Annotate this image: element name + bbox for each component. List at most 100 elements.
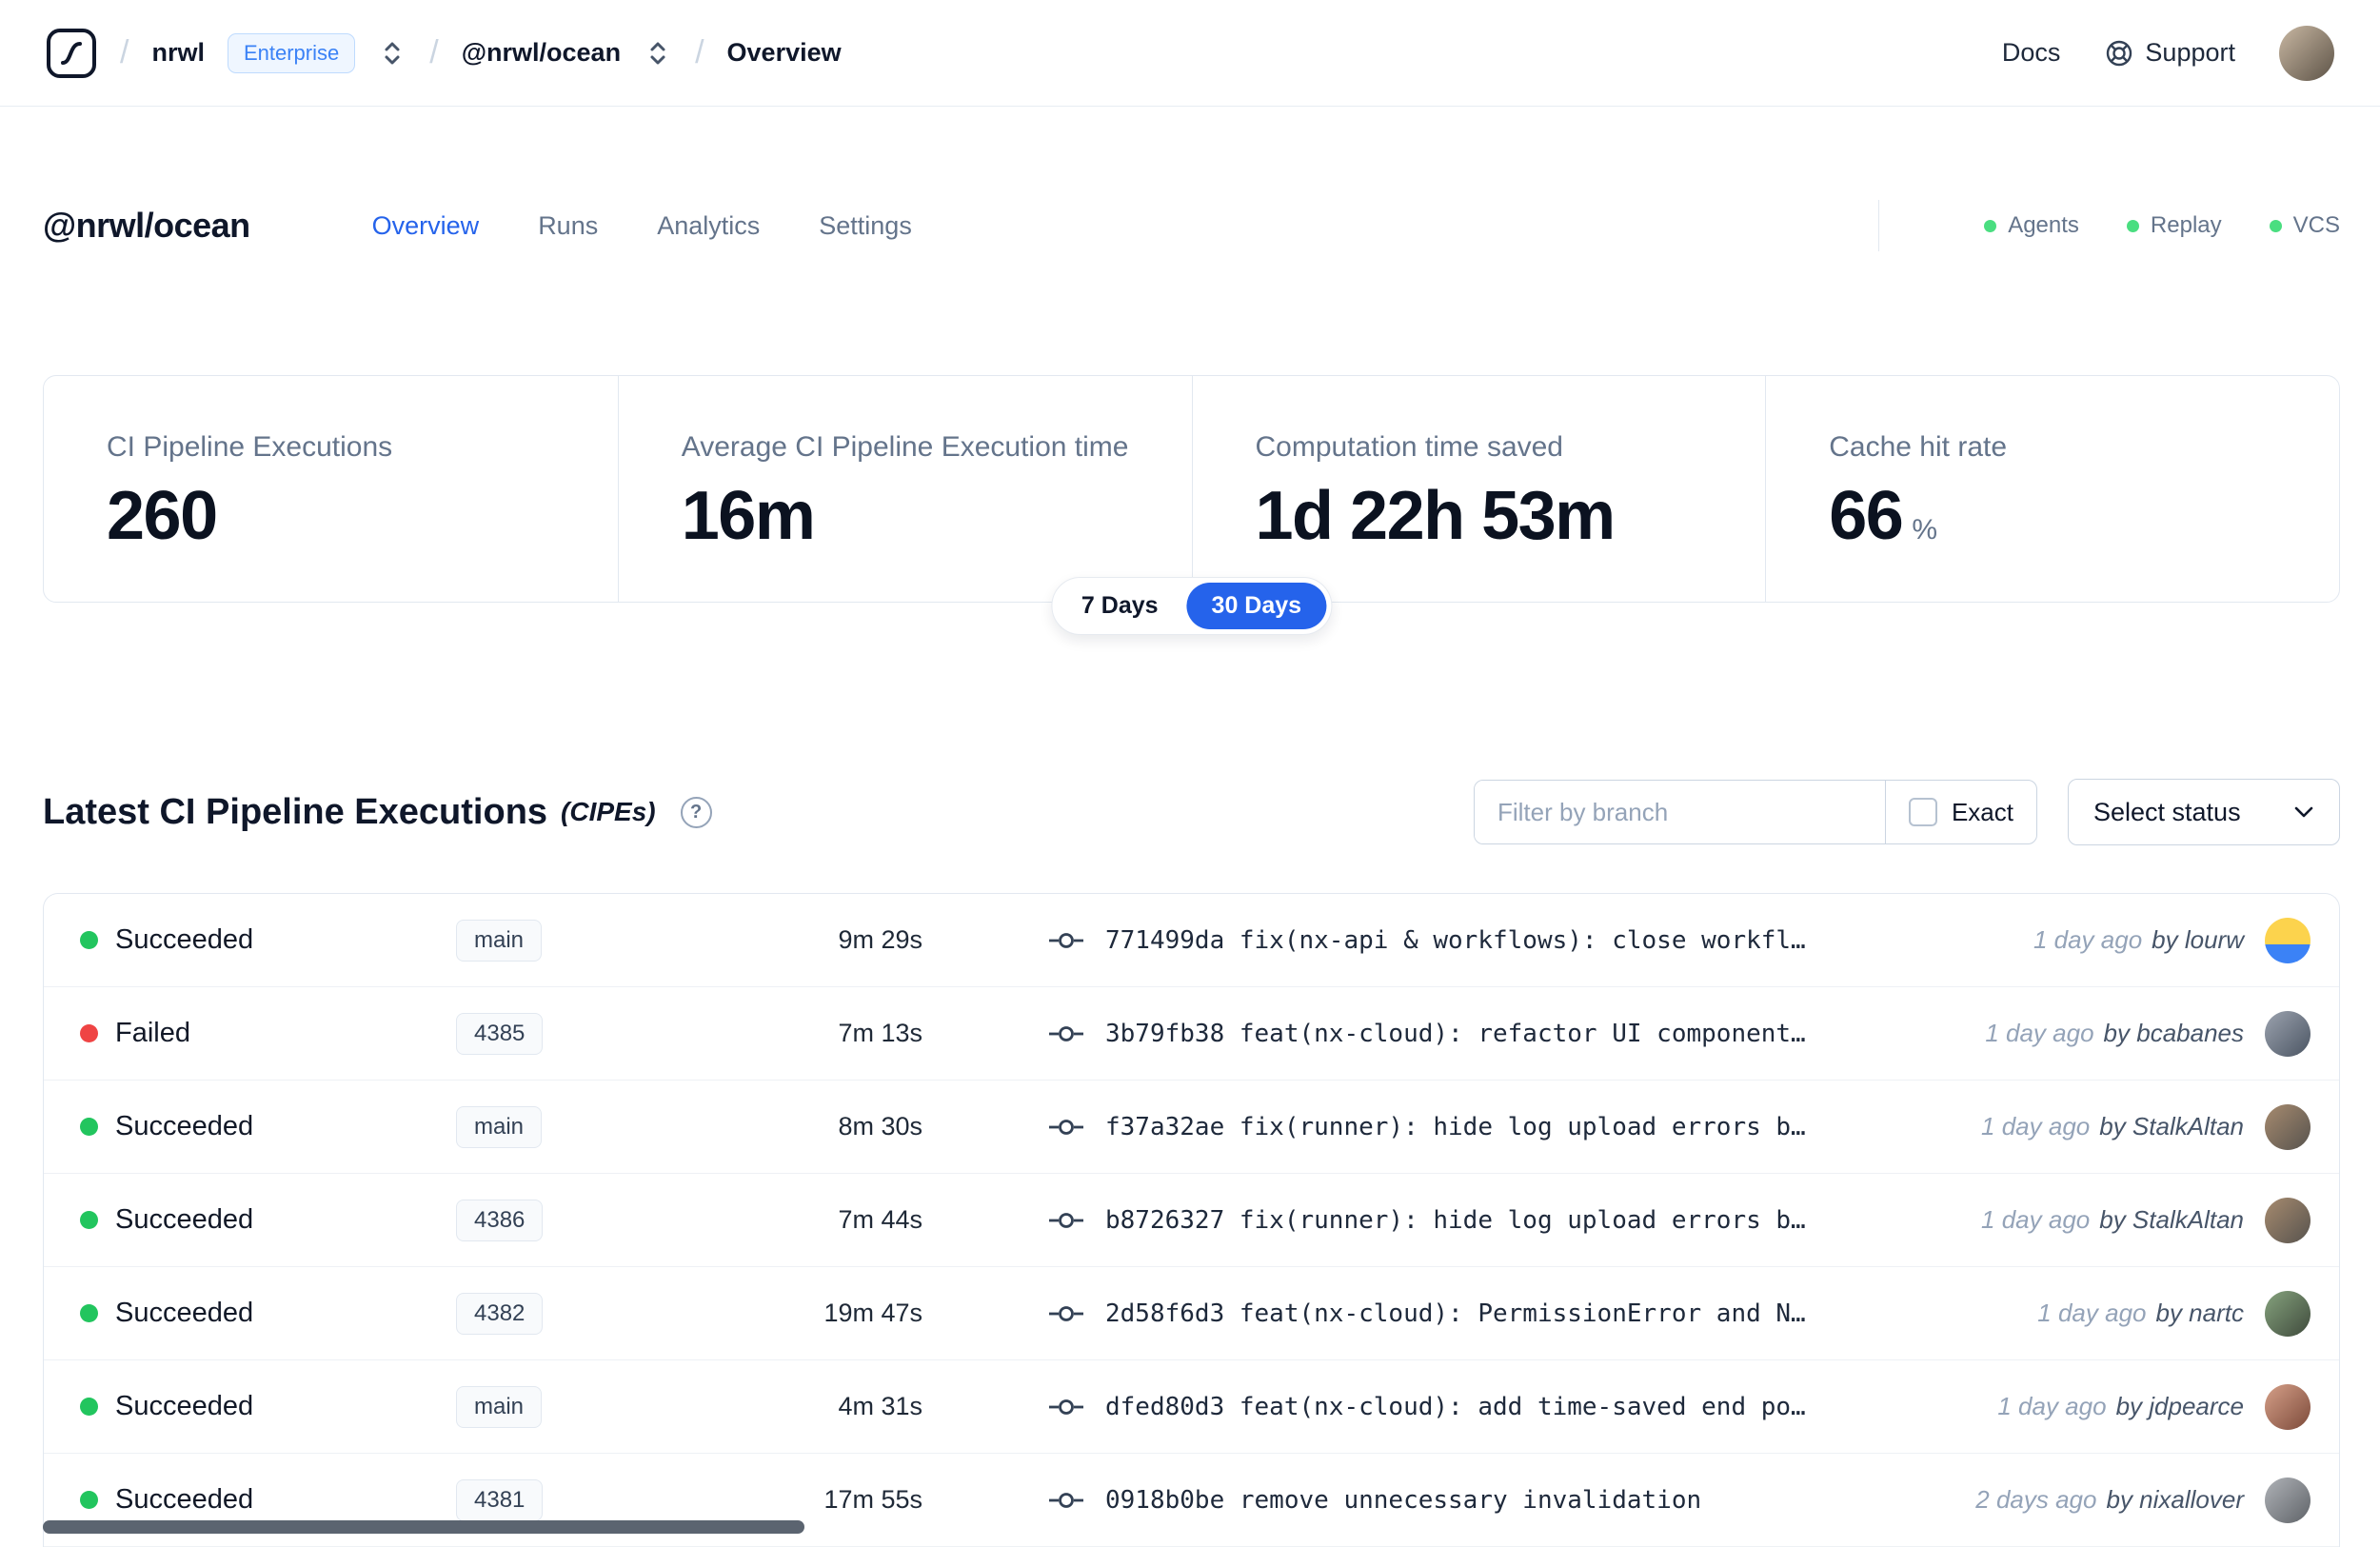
- integration-agents[interactable]: Agents: [1984, 212, 2079, 239]
- author: by jdpearce: [2115, 1392, 2244, 1420]
- commit-cell: 0918b0be remove unnecessary invalidation: [922, 1486, 1953, 1515]
- branch-filter-input[interactable]: [1475, 781, 1885, 843]
- status-dot-icon: [1984, 219, 1997, 232]
- stat-number: 66: [1829, 478, 1904, 554]
- header-actions: Docs Support: [2002, 25, 2334, 81]
- stats-section: CI Pipeline Executions 260 Average CI Pi…: [43, 375, 2340, 635]
- commit-icon: [1049, 1305, 1083, 1321]
- branch-badge[interactable]: 4386: [456, 1199, 544, 1241]
- status-label: Failed: [115, 1018, 190, 1048]
- integration-status: Agents Replay VCS: [1878, 200, 2340, 251]
- author: by bcabanes: [2103, 1019, 2244, 1047]
- status-cell: Succeeded: [80, 1484, 456, 1516]
- commit-message: b8726327 fix(runner): hide log upload er…: [1105, 1205, 1806, 1235]
- tab-runs[interactable]: Runs: [538, 211, 598, 241]
- page-title: @nrwl/ocean: [43, 206, 250, 245]
- branch-cell: 4381: [456, 1478, 751, 1521]
- meta-cell: 1 day ago by StalkAltan: [1981, 1103, 2311, 1150]
- author: by lourw: [2152, 925, 2244, 954]
- relative-time: 1 day ago: [1981, 1205, 2091, 1234]
- table-row[interactable]: Succeeded main 8m 30s f37a32ae fix(runne…: [44, 1081, 2339, 1174]
- workspace-header: @nrwl/ocean Overview Runs Analytics Sett…: [43, 200, 2340, 251]
- stat-value: 66 %: [1829, 477, 2301, 555]
- duration: 7m 44s: [838, 1205, 922, 1234]
- author: by StalkAltan: [2099, 1205, 2244, 1234]
- branch-badge[interactable]: main: [456, 1385, 543, 1428]
- status-select[interactable]: Select status: [2068, 779, 2340, 845]
- stat-number: 260: [107, 478, 218, 554]
- vertical-divider: [1878, 200, 1880, 251]
- table-row[interactable]: Succeeded main 9m 29s 771499da fix(nx-ap…: [44, 894, 2339, 987]
- commit-message: 0918b0be remove unnecessary invalidation: [1105, 1485, 1702, 1515]
- docs-link[interactable]: Docs: [2002, 38, 2061, 68]
- table-row[interactable]: Succeeded 4382 19m 47s 2d58f6d3 feat(nx-…: [44, 1267, 2339, 1360]
- breadcrumb-org[interactable]: nrwl: [151, 38, 205, 68]
- branch-badge[interactable]: main: [456, 1105, 543, 1148]
- org-switcher-button[interactable]: [378, 35, 407, 71]
- horizontal-scrollbar-thumb[interactable]: [43, 1520, 804, 1534]
- commit-cell: dfed80d3 feat(nx-cloud): add time-saved …: [922, 1393, 1974, 1421]
- status-label: Succeeded: [115, 1298, 254, 1328]
- workspace-switcher-button[interactable]: [644, 35, 672, 71]
- commit-cell: 771499da fix(nx-api & workflows): close …: [922, 926, 2011, 955]
- user-avatar[interactable]: [2279, 25, 2334, 81]
- help-icon[interactable]: ?: [680, 796, 712, 828]
- status-cell: Failed: [80, 1018, 456, 1049]
- branch-cell: main: [456, 1105, 751, 1148]
- table-row[interactable]: Succeeded main 4m 31s dfed80d3 feat(nx-c…: [44, 1360, 2339, 1454]
- branch-badge[interactable]: main: [456, 919, 543, 962]
- status-dot-icon: [80, 1211, 98, 1229]
- commit-icon: [1049, 1025, 1083, 1041]
- tab-analytics[interactable]: Analytics: [657, 211, 760, 241]
- meta-cell: 1 day ago by lourw: [2033, 917, 2311, 963]
- breadcrumb-workspace[interactable]: @nrwl/ocean: [462, 38, 621, 68]
- avatar: [2265, 1477, 2311, 1523]
- integration-label: Replay: [2150, 212, 2222, 238]
- branch-badge[interactable]: 4381: [456, 1478, 544, 1521]
- stat-label: Cache hit rate: [1829, 431, 2008, 463]
- support-link[interactable]: Support: [2104, 38, 2235, 69]
- commit-message: 771499da fix(nx-api & workflows): close …: [1105, 925, 1806, 955]
- commit-message: f37a32ae fix(runner): hide log upload er…: [1105, 1112, 1806, 1141]
- status-label: Succeeded: [115, 1391, 254, 1421]
- stat-label: Average CI Pipeline Execution time: [681, 431, 1129, 463]
- branch-cell: main: [456, 1385, 751, 1428]
- branch-cell: 4386: [456, 1199, 751, 1241]
- duration: 8m 30s: [838, 1112, 922, 1140]
- tab-settings[interactable]: Settings: [819, 211, 912, 241]
- table-row[interactable]: Succeeded 4386 7m 44s b8726327 fix(runne…: [44, 1174, 2339, 1267]
- period-7-days-button[interactable]: 7 Days: [1057, 583, 1183, 629]
- stat-value: 1d 22h 53m: [1256, 477, 1728, 555]
- relative-time: 1 day ago: [1981, 1112, 2091, 1140]
- chevron-up-down-icon: [385, 42, 400, 64]
- nx-cloud-logo[interactable]: [46, 28, 97, 79]
- exact-label[interactable]: Exact: [1952, 798, 2013, 827]
- status-dot-icon: [80, 931, 98, 949]
- section-title: Latest CI Pipeline Executions: [43, 791, 548, 832]
- integration-vcs[interactable]: VCS: [2269, 212, 2340, 239]
- lifebuoy-icon: [2107, 40, 2132, 66]
- branch-badge[interactable]: 4382: [456, 1292, 544, 1335]
- period-30-days-button[interactable]: 30 Days: [1186, 583, 1327, 629]
- integration-replay[interactable]: Replay: [2126, 212, 2222, 239]
- tab-overview[interactable]: Overview: [372, 211, 480, 241]
- status-dot-icon: [2126, 219, 2139, 232]
- stat-value: 16m: [682, 477, 1154, 555]
- branch-cell: 4385: [456, 1012, 751, 1055]
- chevron-down-icon: [2294, 806, 2313, 818]
- relative-time: 2 days ago: [1975, 1485, 2097, 1514]
- status-label: Succeeded: [115, 1484, 254, 1515]
- commit-message: dfed80d3 feat(nx-cloud): add time-saved …: [1105, 1392, 1806, 1421]
- table-row[interactable]: Failed 4385 7m 13s 3b79fb38 feat(nx-clou…: [44, 987, 2339, 1081]
- status-label: Succeeded: [115, 1111, 254, 1141]
- branch-cell: main: [456, 919, 751, 962]
- avatar: [2265, 1290, 2311, 1337]
- commit-cell: 3b79fb38 feat(nx-cloud): refactor UI com…: [922, 1020, 1962, 1048]
- avatar: [2265, 917, 2311, 963]
- branch-cell: 4382: [456, 1292, 751, 1335]
- exact-checkbox[interactable]: [1908, 798, 1937, 826]
- commit-icon: [1049, 1492, 1083, 1508]
- branch-badge[interactable]: 4385: [456, 1012, 544, 1055]
- integration-label: Agents: [2008, 212, 2079, 238]
- status-cell: Succeeded: [80, 1204, 456, 1236]
